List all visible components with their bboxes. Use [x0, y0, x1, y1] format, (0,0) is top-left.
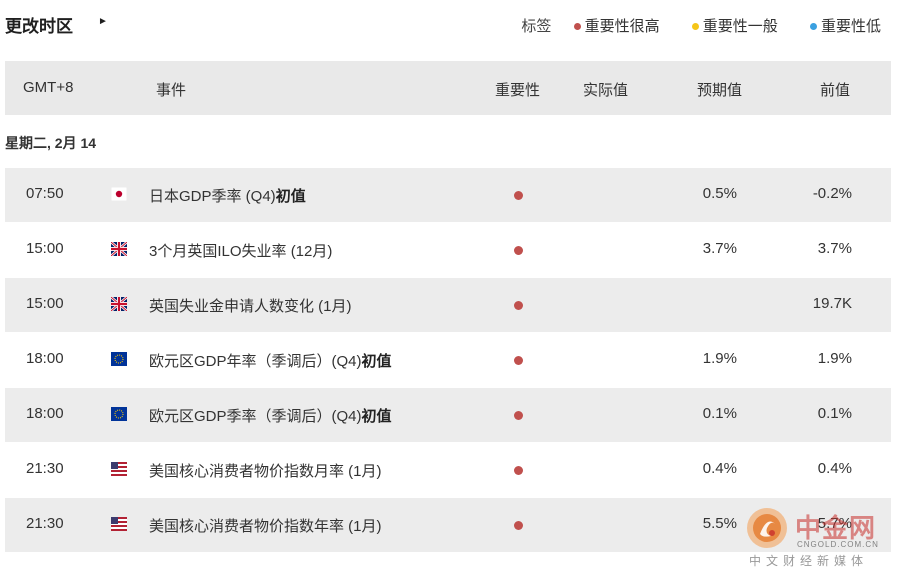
- header-forecast: 预期值: [697, 82, 743, 99]
- uk-flag-icon: [110, 296, 128, 312]
- header-actual: 实际值: [583, 82, 629, 99]
- event-name: 欧元区GDP年率（季调后）(Q4): [149, 353, 362, 370]
- high-importance-dot-icon: [514, 521, 523, 530]
- header-event: 事件: [156, 82, 187, 99]
- event-name: 英国失业金申请人数变化 (1月): [149, 298, 352, 315]
- legend-title: 标签: [521, 18, 552, 35]
- event-name-link[interactable]: 美国核心消费者物价指数年率 (1月): [149, 515, 382, 536]
- table-row[interactable]: 07:50 日本GDP季率 (Q4)初值 0.5% -0.2%: [5, 168, 891, 222]
- event-name-link[interactable]: 欧元区GDP季率（季调后）(Q4)初值: [149, 405, 392, 426]
- forecast-value: 3.7%: [702, 240, 737, 257]
- eu-flag-icon: [111, 352, 127, 366]
- table-header: GMT+8 事件 重要性 实际值 预期值 前值: [5, 61, 891, 115]
- watermark-url: CNGOLD.COM.CN: [797, 540, 879, 549]
- forecast-value: 1.9%: [702, 350, 737, 367]
- previous-value: 1.9%: [817, 350, 852, 367]
- event-time: 18:00: [26, 350, 64, 367]
- high-importance-dot-icon: [514, 191, 523, 200]
- event-name: 日本GDP季率 (Q4): [149, 188, 276, 205]
- header-importance: 重要性: [495, 82, 541, 99]
- us-flag-icon: [111, 517, 127, 531]
- event-time: 21:30: [26, 460, 64, 477]
- high-importance-dot-icon: [573, 22, 581, 30]
- header-previous: 前值: [820, 82, 851, 99]
- table-row[interactable]: 18:00 欧元区GDP年率（季调后）(Q4)初值 1.9% 1.9%: [5, 333, 891, 387]
- previous-value: 0.4%: [817, 460, 852, 477]
- importance-legend: 标签 重要性很高 重要性一般 重要性低: [521, 15, 881, 36]
- uk-flag-icon: [110, 241, 128, 257]
- table-row[interactable]: 18:00 欧元区GDP季率（季调后）(Q4)初值 0.1% 0.1%: [5, 388, 891, 442]
- previous-value: 19.7K: [812, 295, 852, 312]
- event-name: 美国核心消费者物价指数月率 (1月): [149, 463, 382, 480]
- high-importance-dot-icon: [514, 356, 523, 365]
- forecast-value: 0.5%: [702, 185, 737, 202]
- event-time: 21:30: [26, 515, 64, 532]
- event-preliminary-tag: 初值: [361, 408, 392, 425]
- event-preliminary-tag: 初值: [275, 188, 306, 205]
- event-preliminary-tag: 初值: [361, 353, 392, 370]
- event-name-link[interactable]: 3个月英国ILO失业率 (12月): [149, 240, 332, 261]
- change-timezone-link[interactable]: 更改时区: [5, 12, 73, 37]
- cngold-logo-icon: [747, 508, 787, 548]
- legend-item-high: 重要性很高: [573, 18, 660, 35]
- event-name: 3个月英国ILO失业率 (12月): [149, 243, 333, 260]
- timezone-arrow-icon[interactable]: ►: [98, 16, 108, 27]
- high-importance-dot-icon: [514, 411, 523, 420]
- forecast-value: 0.4%: [702, 460, 737, 477]
- jp-flag-icon: [110, 186, 128, 202]
- legend-label-medium: 重要性一般: [702, 18, 778, 35]
- top-bar: 更改时区 ► 标签 重要性很高 重要性一般 重要性低: [0, 0, 903, 50]
- medium-importance-dot-icon: [691, 22, 699, 30]
- low-importance-dot-icon: [809, 22, 817, 30]
- watermark: 中金网 CNGOLD.COM.CN 中文财经新媒体: [745, 504, 903, 579]
- us-flag-icon: [111, 462, 127, 476]
- previous-value: 0.1%: [817, 405, 852, 422]
- event-time: 15:00: [26, 240, 64, 257]
- high-importance-dot-icon: [514, 466, 523, 475]
- event-name: 美国核心消费者物价指数年率 (1月): [149, 518, 382, 535]
- event-time: 07:50: [26, 185, 64, 202]
- watermark-tagline: 中文财经新媒体: [749, 554, 869, 568]
- event-name-link[interactable]: 美国核心消费者物价指数月率 (1月): [149, 460, 382, 481]
- high-importance-dot-icon: [514, 301, 523, 310]
- forecast-value: 0.1%: [702, 405, 737, 422]
- event-name-link[interactable]: 日本GDP季率 (Q4)初值: [149, 185, 306, 206]
- table-row[interactable]: 21:30 美国核心消费者物价指数月率 (1月) 0.4% 0.4%: [5, 443, 891, 497]
- forecast-value: 5.5%: [702, 515, 737, 532]
- event-name-link[interactable]: 欧元区GDP年率（季调后）(Q4)初值: [149, 350, 392, 371]
- eu-flag-icon: [111, 407, 127, 421]
- previous-value: -0.2%: [812, 185, 852, 202]
- legend-label-high: 重要性很高: [584, 18, 660, 35]
- day-label: 星期二, 2月 14: [5, 135, 97, 151]
- legend-label-low: 重要性低: [820, 18, 881, 35]
- high-importance-dot-icon: [514, 246, 523, 255]
- event-name: 欧元区GDP季率（季调后）(Q4): [149, 408, 362, 425]
- event-name-link[interactable]: 英国失业金申请人数变化 (1月): [149, 295, 352, 316]
- event-time: 18:00: [26, 405, 64, 422]
- table-row[interactable]: 15:00 英国失业金申请人数变化 (1月) 19.7K: [5, 278, 891, 332]
- legend-item-low: 重要性低: [809, 18, 881, 35]
- header-time: GMT+8: [23, 79, 74, 96]
- previous-value: 3.7%: [817, 240, 852, 257]
- event-time: 15:00: [26, 295, 64, 312]
- table-row[interactable]: 15:00 3个月英国ILO失业率 (12月) 3.7% 3.7%: [5, 223, 891, 277]
- legend-item-medium: 重要性一般: [691, 18, 778, 35]
